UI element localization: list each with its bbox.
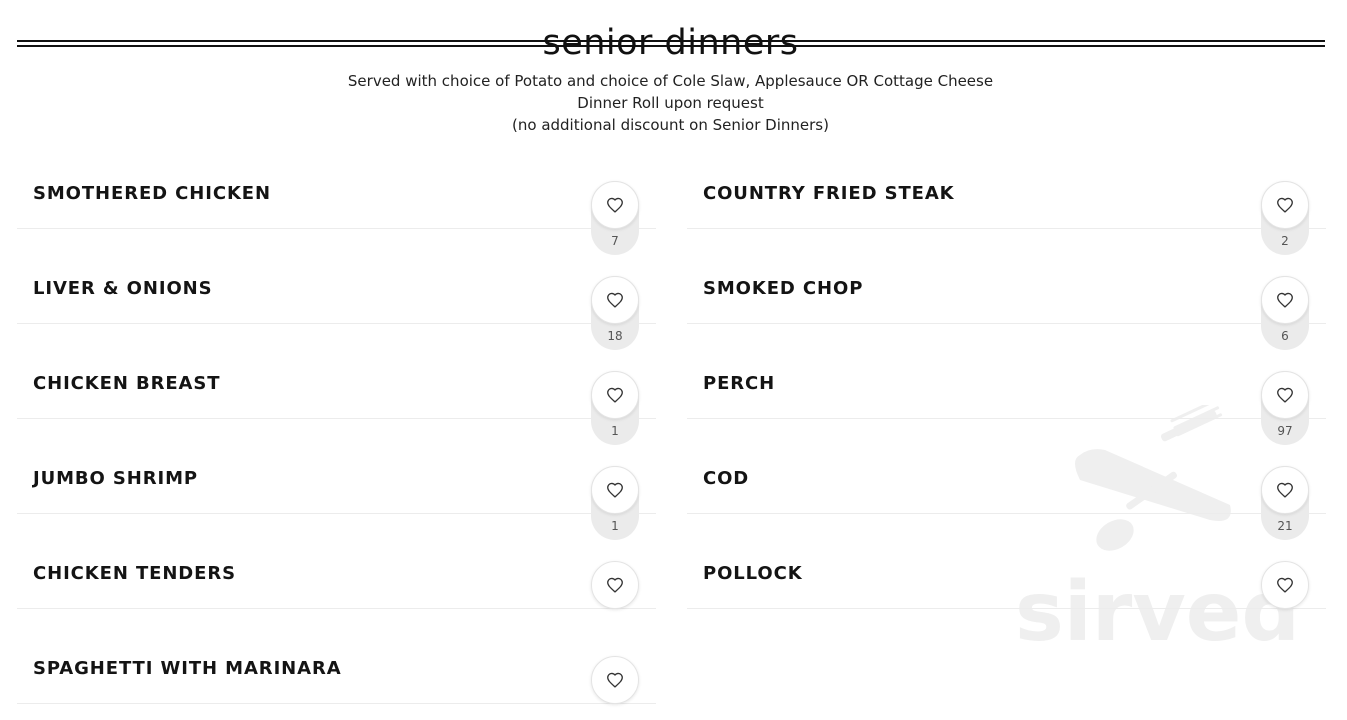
menu-item-name[interactable]: SPAGHETTI WITH MARINARA bbox=[33, 658, 342, 679]
heart-icon bbox=[607, 672, 623, 688]
like-button[interactable] bbox=[591, 466, 639, 514]
menu-column-left: SMOTHERED CHICKEN 7 LIVER & ONIONS 18 CH… bbox=[17, 148, 656, 718]
heart-icon bbox=[607, 292, 623, 308]
description-line: (no additional discount on Senior Dinner… bbox=[512, 116, 829, 134]
item-divider bbox=[687, 228, 1326, 229]
item-divider bbox=[17, 323, 656, 324]
description-line: Dinner Roll upon request bbox=[577, 94, 764, 112]
menu-item-name[interactable]: SMOTHERED CHICKEN bbox=[33, 183, 271, 204]
description-line: Served with choice of Potato and choice … bbox=[347, 72, 994, 90]
item-divider bbox=[17, 418, 656, 419]
like-button[interactable] bbox=[591, 561, 639, 609]
menu-items-grid: SMOTHERED CHICKEN 7 LIVER & ONIONS 18 CH… bbox=[17, 148, 1326, 720]
section-description: Served with choice of Potato and choice … bbox=[0, 70, 1341, 136]
item-divider bbox=[687, 608, 1326, 609]
like-widget bbox=[591, 656, 639, 720]
heart-icon bbox=[1277, 387, 1293, 403]
like-button[interactable] bbox=[1261, 561, 1309, 609]
like-button[interactable] bbox=[1261, 181, 1309, 229]
section-title: senior dinners bbox=[542, 23, 799, 64]
menu-item[interactable]: SMOTHERED CHICKEN 7 bbox=[17, 148, 656, 255]
like-widget bbox=[1261, 561, 1309, 635]
like-button[interactable] bbox=[591, 371, 639, 419]
heart-icon bbox=[1277, 577, 1293, 593]
item-divider bbox=[17, 513, 656, 514]
item-divider bbox=[17, 228, 656, 229]
menu-item[interactable]: SMOKED CHOP 6 bbox=[687, 243, 1326, 350]
heart-icon bbox=[607, 387, 623, 403]
menu-item-name[interactable]: CHICKEN BREAST bbox=[33, 373, 220, 394]
menu-item[interactable]: CHICKEN TENDERS bbox=[17, 528, 656, 623]
menu-item-name[interactable]: PERCH bbox=[703, 373, 775, 394]
menu-page: senior dinners Served with choice of Pot… bbox=[0, 0, 1347, 720]
menu-item-name[interactable]: COUNTRY FRIED STEAK bbox=[703, 183, 955, 204]
menu-item-name[interactable]: CHICKEN TENDERS bbox=[33, 563, 236, 584]
menu-item-name[interactable]: SMOKED CHOP bbox=[703, 278, 863, 299]
heart-icon bbox=[607, 577, 623, 593]
heart-icon bbox=[607, 197, 623, 213]
item-divider bbox=[17, 608, 656, 609]
like-button[interactable] bbox=[1261, 276, 1309, 324]
menu-item-name[interactable]: COD bbox=[703, 468, 749, 489]
menu-item[interactable]: POLLOCK bbox=[687, 528, 1326, 623]
item-divider bbox=[17, 703, 656, 704]
like-button[interactable] bbox=[1261, 371, 1309, 419]
title-divider-bottom bbox=[17, 45, 1325, 47]
like-button[interactable] bbox=[591, 656, 639, 704]
item-divider bbox=[687, 513, 1326, 514]
menu-item[interactable]: LIVER & ONIONS 18 bbox=[17, 243, 656, 350]
menu-item[interactable]: SPAGHETTI WITH MARINARA bbox=[17, 623, 656, 718]
menu-item[interactable]: JUMBO SHRIMP 1 bbox=[17, 433, 656, 540]
heart-icon bbox=[607, 482, 623, 498]
menu-item[interactable]: COD 21 bbox=[687, 433, 1326, 540]
menu-column-right: COUNTRY FRIED STEAK 2 SMOKED CHOP 6 PERC… bbox=[687, 148, 1326, 623]
heart-icon bbox=[1277, 197, 1293, 213]
menu-item[interactable]: COUNTRY FRIED STEAK 2 bbox=[687, 148, 1326, 255]
like-button[interactable] bbox=[591, 276, 639, 324]
like-button[interactable] bbox=[591, 181, 639, 229]
menu-item-name[interactable]: JUMBO SHRIMP bbox=[33, 468, 198, 489]
item-divider bbox=[687, 323, 1326, 324]
heart-icon bbox=[1277, 292, 1293, 308]
menu-item-name[interactable]: LIVER & ONIONS bbox=[33, 278, 212, 299]
like-button[interactable] bbox=[1261, 466, 1309, 514]
item-divider bbox=[687, 418, 1326, 419]
menu-item[interactable]: CHICKEN BREAST 1 bbox=[17, 338, 656, 445]
menu-item-name[interactable]: POLLOCK bbox=[703, 563, 803, 584]
menu-item[interactable]: PERCH 97 bbox=[687, 338, 1326, 445]
heart-icon bbox=[1277, 482, 1293, 498]
title-divider-top bbox=[17, 40, 1325, 42]
